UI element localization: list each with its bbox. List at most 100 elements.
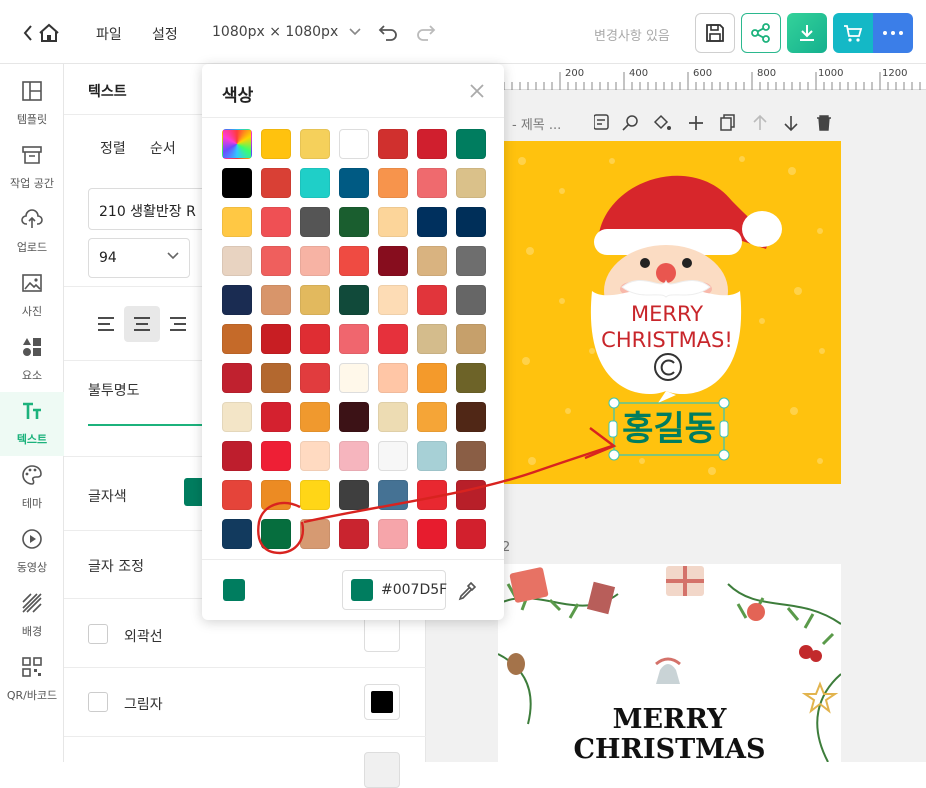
color-swatch[interactable] xyxy=(339,480,369,510)
color-swatch[interactable] xyxy=(261,168,291,198)
color-swatch[interactable] xyxy=(222,168,252,198)
color-swatch[interactable] xyxy=(222,246,252,276)
shadow-checkbox[interactable] xyxy=(88,692,108,712)
color-swatch[interactable] xyxy=(261,129,291,159)
color-swatch[interactable] xyxy=(339,363,369,393)
design-card-santa[interactable]: MERRY CHRISTMAS! 홍길동 xyxy=(502,141,841,484)
color-swatch[interactable] xyxy=(300,402,330,432)
nav-photo[interactable]: 사진 xyxy=(0,264,64,328)
close-icon[interactable] xyxy=(468,82,486,100)
color-swatch[interactable] xyxy=(222,285,252,315)
color-swatch[interactable] xyxy=(456,441,486,471)
eyedropper-icon[interactable] xyxy=(456,580,478,602)
color-swatch[interactable] xyxy=(456,168,486,198)
color-swatch[interactable] xyxy=(300,324,330,354)
outline-checkbox[interactable] xyxy=(88,624,108,644)
nav-elements[interactable]: 요소 xyxy=(0,328,64,392)
nav-video[interactable]: 동영상 xyxy=(0,520,64,584)
color-swatch[interactable] xyxy=(456,129,486,159)
color-swatch[interactable] xyxy=(222,519,252,549)
color-swatch[interactable] xyxy=(456,402,486,432)
color-swatch[interactable] xyxy=(456,363,486,393)
color-swatch[interactable] xyxy=(456,480,486,510)
color-swatch[interactable] xyxy=(300,246,330,276)
selected-name-text[interactable]: 홍길동 xyxy=(614,403,724,455)
color-swatch[interactable] xyxy=(261,363,291,393)
color-swatch[interactable] xyxy=(339,402,369,432)
color-swatch[interactable] xyxy=(339,285,369,315)
color-swatch[interactable] xyxy=(378,480,408,510)
shadow-color-swatch[interactable] xyxy=(364,684,400,720)
color-swatch[interactable] xyxy=(378,402,408,432)
color-swatch[interactable] xyxy=(222,402,252,432)
color-swatch[interactable] xyxy=(417,441,447,471)
color-swatch[interactable] xyxy=(261,246,291,276)
align-left-button[interactable] xyxy=(88,306,124,342)
nav-template[interactable]: 템플릿 xyxy=(0,72,64,136)
nav-workspace[interactable]: 작업 공간 xyxy=(0,136,64,200)
color-swatch[interactable] xyxy=(417,129,447,159)
color-swatch[interactable] xyxy=(417,363,447,393)
color-swatch[interactable] xyxy=(378,207,408,237)
color-swatch[interactable] xyxy=(456,285,486,315)
color-swatch[interactable] xyxy=(378,519,408,549)
color-swatch[interactable] xyxy=(378,324,408,354)
opacity-slider[interactable] xyxy=(88,424,208,426)
color-swatch[interactable] xyxy=(339,519,369,549)
color-swatch[interactable] xyxy=(456,246,486,276)
download-button[interactable] xyxy=(787,13,827,53)
color-swatch[interactable] xyxy=(261,285,291,315)
tab-align[interactable]: 정렬 xyxy=(100,138,126,158)
outline-color-swatch[interactable] xyxy=(364,616,400,652)
color-swatch[interactable] xyxy=(300,168,330,198)
color-swatch[interactable] xyxy=(339,168,369,198)
color-swatch[interactable] xyxy=(339,207,369,237)
save-button[interactable] xyxy=(695,13,735,53)
color-swatch[interactable] xyxy=(378,363,408,393)
color-swatch[interactable] xyxy=(456,519,486,549)
color-swatch[interactable] xyxy=(378,246,408,276)
tab-order[interactable]: 순서 xyxy=(150,138,176,158)
color-swatch[interactable] xyxy=(417,480,447,510)
color-swatch[interactable] xyxy=(339,246,369,276)
color-swatch[interactable] xyxy=(378,168,408,198)
color-swatch[interactable] xyxy=(261,441,291,471)
color-swatch[interactable] xyxy=(300,363,330,393)
page-toolbar[interactable] xyxy=(594,114,834,132)
color-swatch[interactable] xyxy=(300,519,330,549)
color-swatch[interactable] xyxy=(417,402,447,432)
color-swatch[interactable] xyxy=(222,324,252,354)
hex-color-input[interactable]: #007D5F xyxy=(342,570,447,610)
nav-upload[interactable]: 업로드 xyxy=(0,200,64,264)
color-swatch[interactable] xyxy=(261,324,291,354)
extra-swatch[interactable] xyxy=(364,752,400,788)
redo-button[interactable] xyxy=(416,22,436,46)
canvas-size-dropdown[interactable]: 1080px × 1080px xyxy=(212,24,361,40)
nav-background[interactable]: 배경 xyxy=(0,584,64,648)
back-home-button[interactable] xyxy=(22,22,62,44)
color-swatch[interactable] xyxy=(339,129,369,159)
color-swatch[interactable] xyxy=(261,519,291,549)
color-swatch[interactable] xyxy=(417,207,447,237)
nav-text[interactable]: 텍스트 xyxy=(0,392,64,456)
color-swatch[interactable] xyxy=(378,285,408,315)
menu-settings[interactable]: 설정 xyxy=(152,24,178,44)
color-swatch[interactable] xyxy=(300,441,330,471)
cart-button[interactable] xyxy=(833,13,873,53)
align-center-button[interactable] xyxy=(124,306,160,342)
color-swatch[interactable] xyxy=(417,324,447,354)
color-swatch[interactable] xyxy=(300,285,330,315)
font-size-select[interactable]: 94 xyxy=(88,238,190,278)
color-swatch[interactable] xyxy=(222,441,252,471)
color-swatch[interactable] xyxy=(261,402,291,432)
design-card-wreath[interactable]: MERRY CHRISTMAS xyxy=(498,564,841,762)
color-swatch[interactable] xyxy=(417,168,447,198)
color-swatch[interactable] xyxy=(417,246,447,276)
color-swatch[interactable] xyxy=(222,207,252,237)
color-swatch[interactable] xyxy=(378,129,408,159)
color-swatch[interactable] xyxy=(261,480,291,510)
undo-button[interactable] xyxy=(378,22,398,46)
align-right-button[interactable] xyxy=(160,306,196,342)
color-swatch[interactable] xyxy=(222,129,252,159)
menu-file[interactable]: 파일 xyxy=(96,24,122,44)
